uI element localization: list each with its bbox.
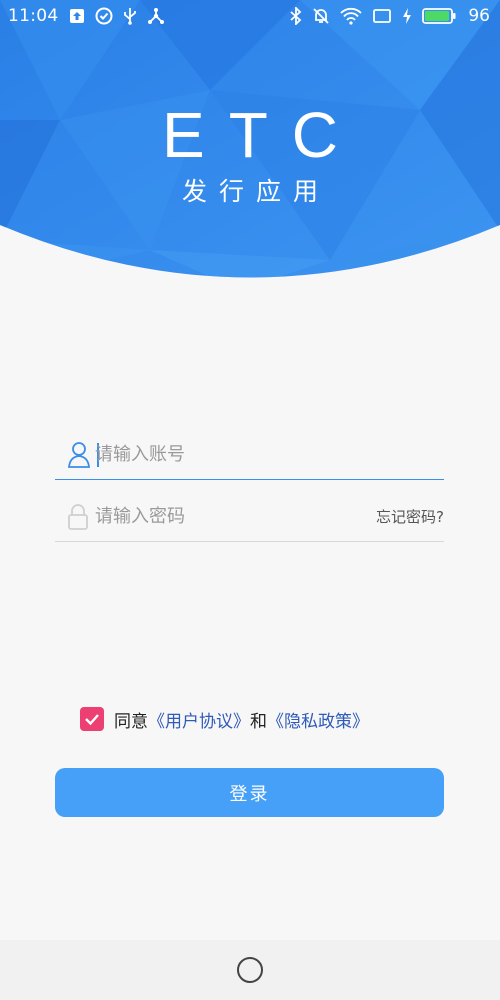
status-bar: 11:04 96 (0, 0, 500, 32)
forgot-password-link[interactable]: 忘记密码? (376, 506, 444, 527)
status-time: 11:04 (8, 6, 59, 26)
wifi-icon (340, 7, 363, 25)
checkmark-icon (85, 714, 99, 726)
mute-icon (312, 7, 330, 25)
check-circle-icon (95, 7, 113, 25)
agreement-and: 和 (250, 711, 267, 732)
screen-icon (372, 8, 392, 24)
user-agreement-link[interactable]: 《用户协议》 (148, 707, 250, 732)
user-icon (55, 441, 95, 469)
navigation-bar (0, 940, 500, 1000)
usb-icon (123, 7, 137, 25)
share-icon (147, 8, 165, 24)
charging-icon (402, 7, 412, 25)
upload-icon (69, 8, 85, 24)
account-field[interactable] (55, 430, 444, 480)
password-input[interactable] (95, 496, 377, 537)
password-field[interactable]: 忘记密码? (55, 492, 444, 542)
agreement-prefix: 同意 (114, 711, 148, 732)
battery-percentage: 96 (468, 6, 490, 26)
login-button[interactable]: 登录 (55, 768, 444, 817)
privacy-policy-link[interactable]: 《隐私政策》 (267, 707, 369, 732)
agreement-checkbox[interactable] (80, 707, 104, 731)
lock-icon (55, 503, 95, 531)
account-input[interactable] (95, 434, 444, 475)
app-title: ETC (162, 99, 362, 171)
app-logo: ETC 发行应用 (0, 100, 500, 208)
bluetooth-icon (290, 7, 302, 25)
home-circle-icon[interactable] (237, 957, 263, 983)
header: 11:04 96 ETC 发行应用 (0, 0, 500, 285)
battery-icon (422, 7, 456, 25)
agreement-row: 同意 《用户协议》 和 《隐私政策》 (80, 705, 369, 733)
app-subtitle: 发行应用 (181, 177, 330, 206)
